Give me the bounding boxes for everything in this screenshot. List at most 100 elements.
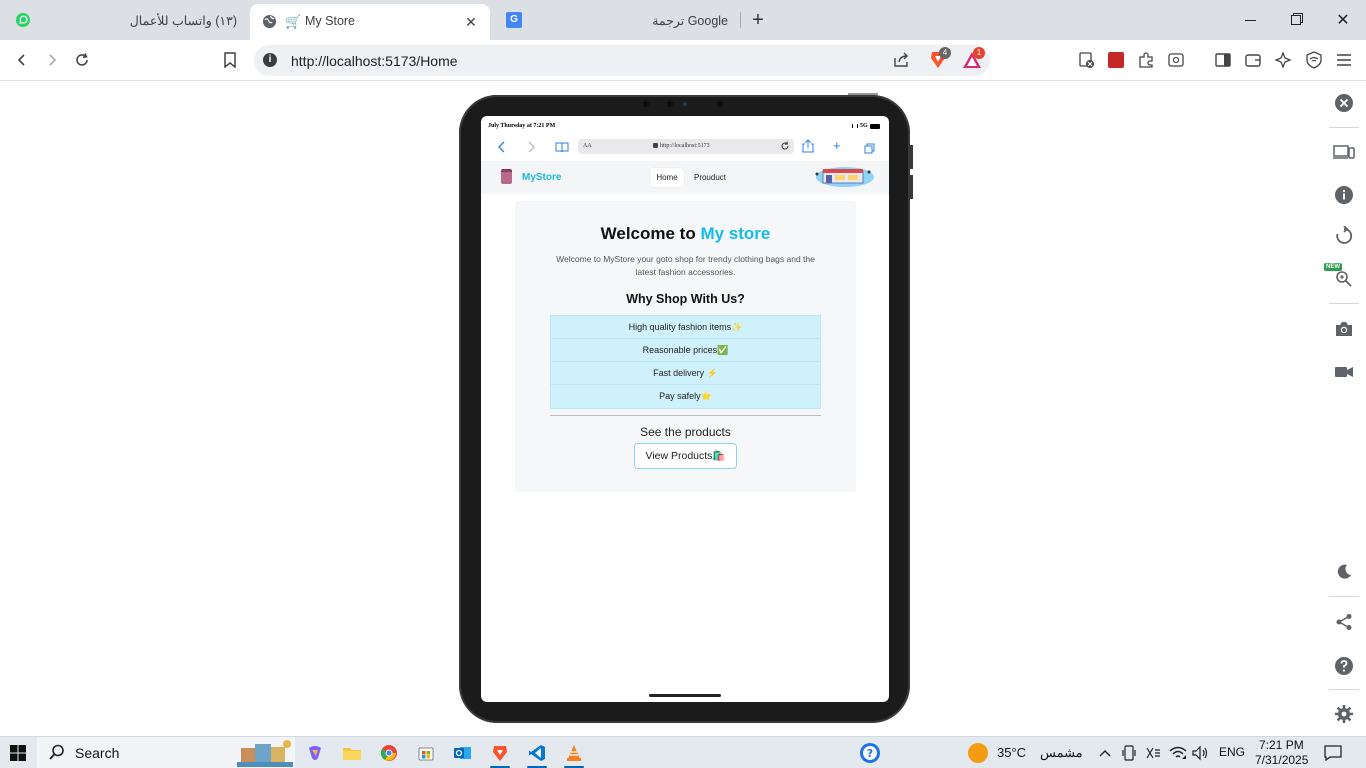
taskbar-search-box[interactable]: Search <box>37 737 295 768</box>
shopping-bag-logo-icon[interactable] <box>501 169 512 184</box>
device-icon[interactable] <box>1117 741 1141 765</box>
sidebar-toggle-icon[interactable] <box>1211 48 1235 72</box>
panel-separator <box>1329 596 1359 597</box>
tab-strip: (١٣) واتساب للأعمال 🛒 My Store ✕ G ترجمة… <box>0 0 1366 40</box>
restore-icon[interactable] <box>1284 8 1308 32</box>
microsoft-store-icon[interactable] <box>414 741 438 765</box>
signal-icon <box>852 124 858 128</box>
wifi-icon[interactable] <box>1166 741 1190 765</box>
address-bar[interactable]: i http://localhost:5173/Home <box>254 45 990 76</box>
vscode-icon[interactable] <box>525 741 549 765</box>
whatsapp-pinned-icon[interactable] <box>11 8 35 32</box>
wallet-icon[interactable] <box>1241 48 1265 72</box>
back-icon[interactable] <box>10 48 34 72</box>
bookmark-icon[interactable] <box>218 48 242 72</box>
tab-my-store[interactable]: 🛒 My Store ✕ <box>250 4 490 40</box>
extension-red-icon[interactable] <box>1104 48 1128 72</box>
safari-tabs-icon[interactable] <box>864 141 875 159</box>
settings-gear-icon[interactable] <box>1332 702 1356 726</box>
leo-ai-icon[interactable] <box>1271 48 1295 72</box>
welcome-heading: Welcome to My store <box>515 224 856 244</box>
minimize-icon[interactable] <box>1238 8 1262 32</box>
zoom-icon[interactable]: NEW <box>1324 263 1356 291</box>
tab-separator <box>740 12 741 28</box>
tablet-camera <box>643 101 725 107</box>
tab-google-translate[interactable]: G ترجمة Google <box>496 4 736 36</box>
chrome-icon[interactable] <box>377 741 401 765</box>
notifications-icon[interactable] <box>1321 741 1345 765</box>
vpn-shield-icon[interactable] <box>1302 48 1326 72</box>
devices-icon[interactable] <box>1332 140 1356 164</box>
ios-status-bar: July Thursday at 7:21 PM 5G <box>481 116 889 136</box>
language-indicator[interactable]: ENG <box>1219 745 1245 759</box>
safari-url-text: http://localhost:5173 <box>660 143 710 149</box>
emulator-side-panel: NEW <box>1322 81 1366 736</box>
tablet-top-button <box>848 93 878 95</box>
brave-rewards-icon[interactable]: 1 <box>960 47 985 72</box>
battery-icon <box>870 124 880 129</box>
cart-icon: 🛒 <box>285 14 302 29</box>
forward-icon[interactable] <box>40 48 64 72</box>
weather-text[interactable]: مشمس <box>1040 745 1083 761</box>
close-tab-icon[interactable]: ✕ <box>462 13 480 31</box>
globe-icon <box>262 14 278 30</box>
safari-aa-button[interactable]: AA <box>583 143 592 149</box>
clock-time[interactable]: 7:21 PM <box>1259 738 1304 752</box>
brave-taskbar-icon[interactable] <box>488 741 512 765</box>
safari-reload-icon[interactable] <box>780 141 790 153</box>
menu-hamburger-icon[interactable] <box>1332 48 1356 72</box>
list-item: Reasonable prices✅ <box>551 339 820 362</box>
tab-title: (١٣) واتساب للأعمال <box>129 13 237 28</box>
extensions-puzzle-icon[interactable] <box>1134 48 1158 72</box>
dark-mode-moon-icon[interactable] <box>1332 560 1356 584</box>
clock-date[interactable]: 7/31/2025 <box>1255 753 1308 767</box>
weather-sun-icon[interactable] <box>966 741 990 765</box>
list-item: Fast delivery ⚡ <box>551 362 820 385</box>
new-tab-plus-icon[interactable]: + <box>746 8 770 32</box>
site-info-icon[interactable]: i <box>263 53 277 67</box>
tab-whatsapp[interactable]: (١٣) واتساب للأعمال <box>60 4 245 36</box>
safari-address-bar[interactable]: AA http://localhost:5173 <box>578 139 794 154</box>
file-explorer-icon[interactable] <box>340 741 364 765</box>
nav-link-product[interactable]: Prouduct <box>688 168 732 187</box>
reader-mode-icon[interactable] <box>1164 48 1188 72</box>
brand-name[interactable]: MyStore <box>522 172 561 183</box>
safari-forward-icon[interactable] <box>526 140 536 158</box>
network-label: 5G <box>860 123 868 129</box>
close-circle-icon[interactable] <box>1332 91 1356 115</box>
see-products-heading: See the products <box>640 425 731 439</box>
outlook-icon[interactable] <box>451 741 475 765</box>
shields-count-badge: 4 <box>939 47 951 59</box>
help-tips-icon[interactable]: ? <box>858 741 882 765</box>
weather-temp[interactable]: 35°C <box>997 745 1026 760</box>
windows-start-icon[interactable] <box>6 741 30 765</box>
screenshot-camera-icon[interactable] <box>1332 317 1356 341</box>
welcome-prefix: Welcome to <box>600 224 701 243</box>
chevron-up-icon[interactable] <box>1093 741 1117 765</box>
new-badge: NEW <box>1324 263 1342 271</box>
safari-share-icon[interactable] <box>802 139 814 158</box>
rotate-icon[interactable] <box>1332 224 1356 248</box>
safari-new-tab-icon[interactable]: + <box>833 139 841 152</box>
divider <box>550 415 821 416</box>
safari-back-icon[interactable] <box>497 140 507 158</box>
video-record-icon[interactable] <box>1332 360 1356 384</box>
search-highlight-image <box>237 738 293 767</box>
vlc-icon[interactable] <box>562 741 586 765</box>
volume-icon[interactable] <box>1188 741 1212 765</box>
safari-book-icon[interactable] <box>555 140 569 158</box>
extension-blocked-icon[interactable] <box>1074 48 1098 72</box>
copilot-icon[interactable] <box>303 741 327 765</box>
share-icon[interactable] <box>892 52 910 73</box>
keyboard-layout-icon[interactable] <box>1141 741 1165 765</box>
share-nodes-icon[interactable] <box>1332 610 1356 634</box>
status-datetime: July Thursday at 7:21 PM <box>488 123 556 129</box>
reload-icon[interactable] <box>70 48 94 72</box>
why-shop-heading: Why Shop With Us? <box>626 292 745 306</box>
nav-link-home[interactable]: Home <box>650 168 684 187</box>
info-icon[interactable] <box>1332 183 1356 207</box>
close-window-icon[interactable]: ✕ <box>1331 8 1355 32</box>
brave-shields-icon[interactable]: 4 <box>926 47 951 72</box>
view-products-button[interactable]: View Products🛍️ <box>634 443 737 469</box>
help-icon[interactable] <box>1332 654 1356 678</box>
